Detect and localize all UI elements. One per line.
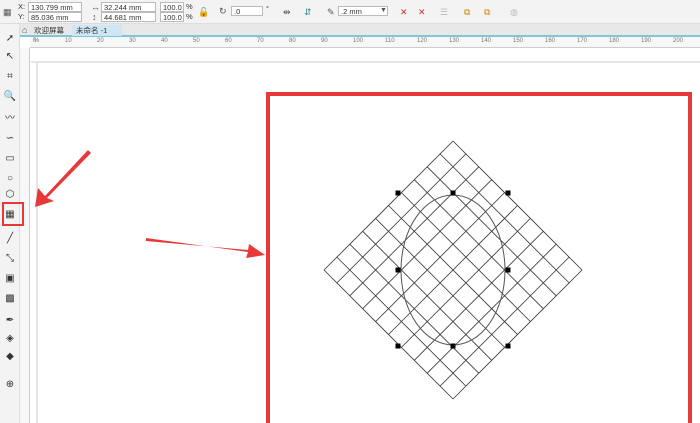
selection-handle[interactable] [450,343,456,349]
selection-handle[interactable] [505,267,511,273]
selection-handle[interactable] [505,343,511,349]
graph-paper-object[interactable] [323,140,583,400]
selection-handle[interactable] [395,190,401,196]
arrow-to-tool [35,150,91,207]
tool-highlight-box [2,202,24,226]
highlight-rectangle [266,92,692,423]
selection-handle[interactable] [395,267,401,273]
selection-handle[interactable] [395,343,401,349]
selection-handle[interactable] [450,190,456,196]
canvas [2,61,700,423]
arrow-to-object [146,238,265,258]
selection-handle[interactable] [505,190,511,196]
